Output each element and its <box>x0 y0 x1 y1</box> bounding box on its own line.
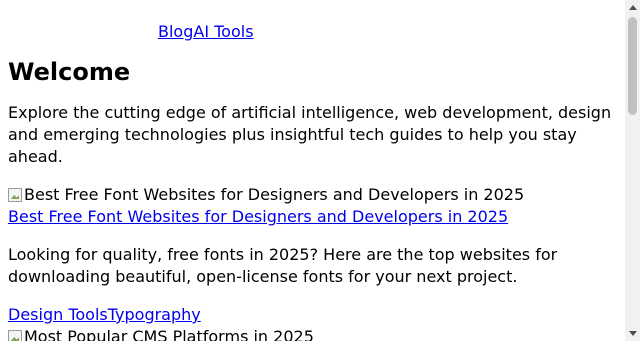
broken-image-icon <box>8 330 22 341</box>
page-title: Welcome <box>8 58 131 86</box>
page-content: BlogAI Tools Welcome Explore the cutting… <box>0 0 625 341</box>
scroll-down-arrow-icon <box>628 331 637 336</box>
nav-link-ai-tools[interactable]: AI Tools <box>193 22 253 41</box>
post-card: Best Free Font Websites for Designers an… <box>8 184 617 326</box>
post-image: Best Free Font Websites for Designers an… <box>8 184 617 206</box>
tag-link-typography[interactable]: Typography <box>108 305 201 324</box>
post-image-alt-text: Best Free Font Websites for Designers an… <box>24 185 525 204</box>
scroll-up-button[interactable] <box>625 0 640 15</box>
post-image: Most Popular CMS Platforms in 2025 <box>8 326 617 341</box>
intro-text: Explore the cutting edge of artificial i… <box>8 103 612 166</box>
nav-link-blog[interactable]: Blog <box>158 22 193 41</box>
scrollbar-thumb[interactable] <box>628 17 637 115</box>
post-excerpt: Looking for quality, free fonts in 2025?… <box>8 245 558 286</box>
top-navigation: BlogAI Tools <box>8 0 617 43</box>
post-tags: Design ToolsTypography <box>8 304 617 326</box>
scroll-down-button[interactable] <box>625 326 640 341</box>
post-image-alt-text: Most Popular CMS Platforms in 2025 <box>24 327 314 341</box>
post-card: Most Popular CMS Platforms in 2025 <box>8 326 617 341</box>
tag-link-design-tools[interactable]: Design Tools <box>8 305 108 324</box>
page-viewport: BlogAI Tools Welcome Explore the cutting… <box>0 0 625 341</box>
post-title-link[interactable]: Best Free Font Websites for Designers an… <box>8 206 617 228</box>
vertical-scrollbar[interactable] <box>625 0 640 341</box>
broken-image-icon <box>8 188 22 202</box>
scroll-up-arrow-icon <box>628 5 637 10</box>
